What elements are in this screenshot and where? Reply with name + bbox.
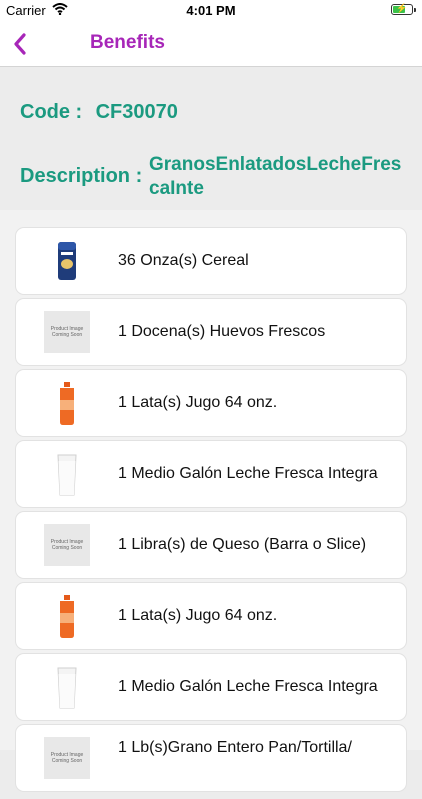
description-value: GranosEnlatadosLecheFrescaInte [149,154,402,199]
list-item[interactable]: 1 Lata(s) Jugo 64 onz. [16,370,406,436]
juice-bottle-icon [44,591,90,641]
item-label: 36 Onza(s) Cereal [118,252,249,269]
juice-bottle-icon [44,378,90,428]
item-label: 1 Medio Galón Leche Fresca Integra [118,678,378,695]
status-bar: Carrier 4:01 PM ⚡ [0,0,422,22]
code-label: Code : [20,101,83,123]
list-item[interactable]: Product Image Coming Soon 1 Lb(s)Grano En… [16,725,406,791]
item-label: 1 Lata(s) Jugo 64 onz. [118,394,278,411]
navigation-bar: Benefits [0,22,422,67]
battery-icon: ⚡ [391,3,416,15]
milk-glass-icon [44,449,90,499]
list-item[interactable]: 36 Onza(s) Cereal [16,228,406,294]
cereal-box-icon [44,236,90,286]
placeholder-line2: Coming Soon [51,545,83,551]
benefits-list: 36 Onza(s) Cereal Product Image Coming So… [0,210,422,791]
chevron-left-icon [14,33,26,55]
list-item[interactable]: Product Image Coming Soon 1 Docena(s) Hue… [16,299,406,365]
list-item[interactable]: 1 Medio Galón Leche Fresca Integra [16,654,406,720]
item-label: 1 Docena(s) Huevos Frescos [118,323,326,340]
product-placeholder-image: Product Image Coming Soon [44,520,90,570]
code-row: Code : CF30070 [20,101,178,124]
milk-glass-icon [44,662,90,712]
list-item[interactable]: 1 Medio Galón Leche Fresca Integra [16,441,406,507]
item-label: 1 Medio Galón Leche Fresca Integra [118,465,378,482]
item-label: 1 Lata(s) Jugo 64 onz. [118,607,278,624]
placeholder-line2: Coming Soon [51,332,83,338]
code-value: CF30070 [95,101,178,123]
description-label: Description : [20,165,143,187]
clock: 4:01 PM [186,3,236,18]
benefit-info: Code : CF30070 Description : GranosEnlat… [0,67,422,210]
placeholder-line2: Coming Soon [51,758,83,764]
item-label: 1 Libra(s) de Queso (Barra o Slice) [118,536,367,553]
page-title: Benefits [90,32,165,53]
item-label: 1 Lb(s)Grano Entero Pan/Tortilla/ [118,739,352,756]
back-button[interactable] [8,28,38,60]
list-item[interactable]: Product Image Coming Soon 1 Libra(s) de Q… [16,512,406,578]
list-item[interactable]: 1 Lata(s) Jugo 64 onz. [16,583,406,649]
product-placeholder-image: Product Image Coming Soon [44,733,90,783]
product-placeholder-image: Product Image Coming Soon [44,307,90,357]
